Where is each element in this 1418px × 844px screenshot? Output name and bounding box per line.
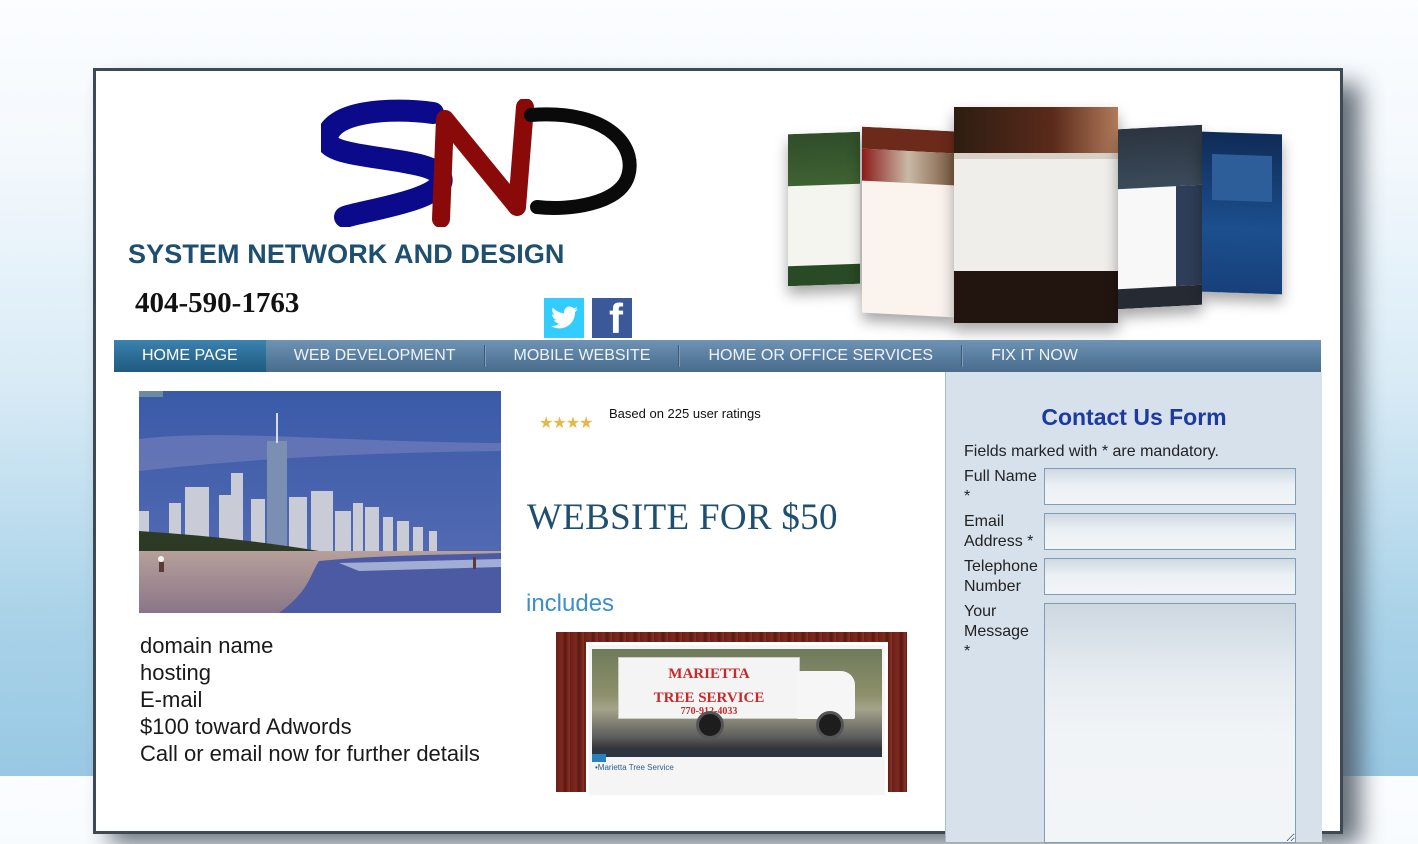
offer-headline: WEBSITE FOR $50 xyxy=(527,497,838,538)
contact-form: Contact Us Form Fields marked with * are… xyxy=(945,372,1322,843)
contact-form-title: Contact Us Form xyxy=(1041,404,1227,430)
nav-home-office-services[interactable]: HOME OR OFFICE SERVICES xyxy=(680,340,961,372)
twitter-button[interactable] xyxy=(544,298,584,338)
skyline-beach-image xyxy=(139,391,501,613)
includes-heading: includes xyxy=(526,590,615,617)
mandatory-note: Fields marked with * are mandatory. xyxy=(964,443,1219,460)
includes-item: hosting xyxy=(140,660,211,685)
showcase-shot-equus xyxy=(954,107,1118,323)
includes-item: Call or email now for further details xyxy=(140,741,480,766)
includes-item: $100 toward Adwords xyxy=(140,714,352,739)
showcase-shot-blue xyxy=(1202,131,1282,295)
nav-fix-it-now[interactable]: FIX IT NOW xyxy=(963,340,1106,372)
website-showcase-image xyxy=(766,99,1306,343)
includes-list: domain name hosting E-mail $100 toward A… xyxy=(140,632,480,767)
rating-text: Based on 225 user ratings xyxy=(609,406,761,421)
nav-home-page[interactable]: HOME PAGE xyxy=(114,340,266,372)
truck-title-1: MARIETTA xyxy=(668,666,750,682)
full-name-label: Full Name * xyxy=(964,468,1037,505)
twitter-bird-icon xyxy=(551,306,578,329)
nav-mobile-website[interactable]: MOBILE WEBSITE xyxy=(486,340,679,372)
showcase-shot-green xyxy=(788,131,860,287)
includes-item: E-mail xyxy=(140,687,203,712)
facebook-f-icon: f xyxy=(609,298,623,338)
showcase-shot-dark xyxy=(1118,124,1202,310)
truck-title-2: TREE SERVICE xyxy=(653,690,765,706)
facebook-button[interactable]: f xyxy=(592,298,632,338)
full-name-input[interactable] xyxy=(1044,468,1296,505)
includes-item: domain name xyxy=(140,633,274,658)
truck-photo: MARIETTA TREE SERVICE 770-912-4033 xyxy=(592,649,882,749)
portfolio-site-nav xyxy=(592,749,882,762)
snd-logo[interactable] xyxy=(321,99,641,227)
logo-letter-n xyxy=(432,99,534,227)
truck-wheel xyxy=(696,711,724,739)
portfolio-site-frame: MARIETTA TREE SERVICE 770-912-4033 •Mari… xyxy=(586,642,888,798)
email-input[interactable] xyxy=(1044,513,1296,550)
portfolio-example-image[interactable]: MARIETTA TREE SERVICE 770-912-4033 •Mari… xyxy=(556,632,907,798)
truck-sign: MARIETTA TREE SERVICE 770-912-4033 xyxy=(618,657,800,719)
logo-letter-s xyxy=(321,99,453,227)
message-label: Your Message * xyxy=(964,603,1029,660)
logo-letter-d xyxy=(524,107,637,215)
nav-web-development[interactable]: WEB DEVELOPMENT xyxy=(266,340,484,372)
message-textarea[interactable] xyxy=(1044,603,1296,843)
phone-number[interactable]: 404-590-1763 xyxy=(135,287,299,320)
site-title: SYSTEM NETWORK AND DESIGN xyxy=(128,239,565,269)
telephone-label: Telephone Number xyxy=(964,558,1038,595)
star-rating-icon: ★★★★ xyxy=(539,415,593,432)
portfolio-caption: •Marietta Tree Service xyxy=(595,763,674,772)
page-container: SYSTEM NETWORK AND DESIGN 404-590-1763 f xyxy=(93,68,1343,843)
main-navigation: HOME PAGE WEB DEVELOPMENT MOBILE WEBSITE… xyxy=(114,340,1321,372)
email-label: Email Address * xyxy=(964,513,1034,550)
showcase-shot-horse xyxy=(862,126,954,318)
truck-wheel xyxy=(816,711,844,739)
telephone-input[interactable] xyxy=(1044,558,1296,595)
